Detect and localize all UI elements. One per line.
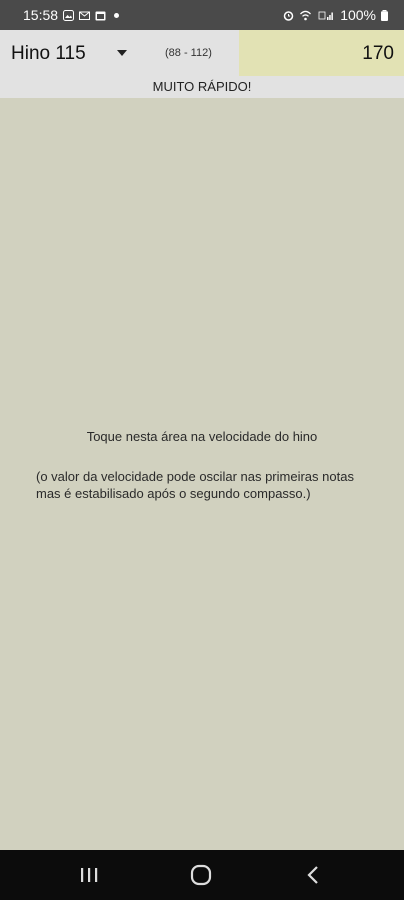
gallery-icon xyxy=(63,9,75,21)
tempo-range: (88 - 112) xyxy=(165,47,212,59)
wifi-icon xyxy=(300,10,312,20)
hymn-dropdown[interactable]: Hino 115 xyxy=(0,30,140,76)
signal-icon xyxy=(318,11,334,20)
status-bar: 15:58 100% xyxy=(0,0,404,30)
status-right: 100% xyxy=(283,7,388,23)
status-time: 15:58 xyxy=(23,7,59,23)
home-icon[interactable] xyxy=(189,864,213,886)
tap-area[interactable]: Toque nesta área na velocidade do hino (… xyxy=(0,98,404,850)
back-icon[interactable] xyxy=(302,864,326,886)
battery-icon xyxy=(381,9,388,21)
hymn-selected-label: Hino 115 xyxy=(11,43,86,64)
bpm-display: 170 xyxy=(239,30,404,76)
alarm-icon xyxy=(283,10,294,21)
recent-apps-icon[interactable] xyxy=(77,864,101,886)
navigation-bar xyxy=(0,850,404,900)
speed-status: MUITO RÁPIDO! xyxy=(0,76,404,98)
header-bar: Hino 115 (88 - 112) 170 xyxy=(0,30,404,76)
tap-instruction: Toque nesta área na velocidade do hino xyxy=(86,429,318,444)
tap-note: (o valor da velocidade pode oscilar nas … xyxy=(36,469,354,501)
notification-dot-icon xyxy=(114,12,120,18)
mail-icon xyxy=(79,11,91,20)
battery-percent: 100% xyxy=(340,7,376,23)
chevron-down-icon xyxy=(117,50,127,56)
status-left: 15:58 xyxy=(23,7,120,23)
calendar-icon xyxy=(95,11,106,20)
bpm-value: 170 xyxy=(362,43,394,64)
